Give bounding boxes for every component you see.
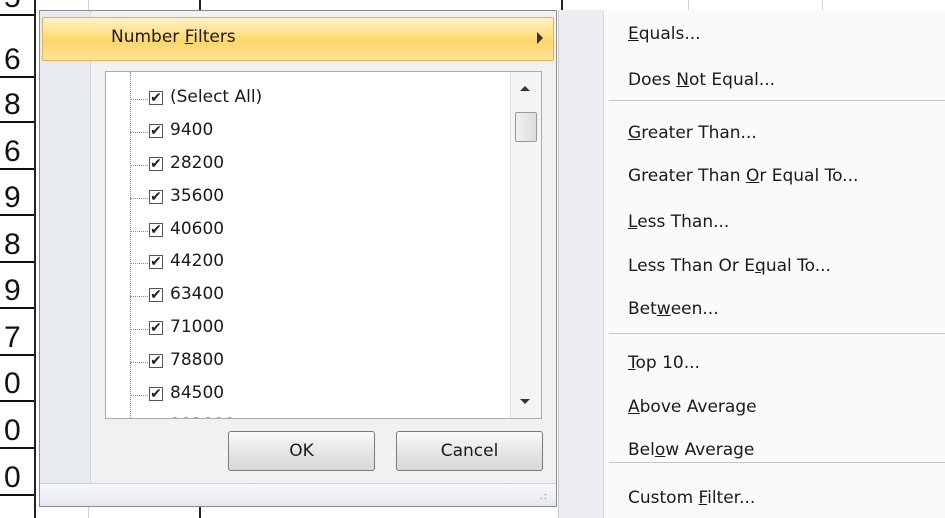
filter-value-item[interactable]: ✔ 63400 <box>130 281 510 313</box>
cancel-button[interactable]: Cancel <box>396 431 543 471</box>
checkbox-icon[interactable]: ✔ <box>149 255 163 269</box>
filter-value-item[interactable]: ✔ (Select All) <box>130 84 510 116</box>
tree-connector <box>130 329 148 330</box>
row-digit: 5 <box>0 0 34 16</box>
checkbox-icon[interactable]: ✔ <box>149 387 163 401</box>
row-digit: 0 <box>0 413 34 449</box>
checkbox-icon[interactable]: ✔ <box>149 223 163 237</box>
scroll-down-arrow-icon[interactable] <box>520 399 530 404</box>
autofilter-dropdown: Number Filters ✔ (Select All) ✔ 9400 ✔ 28200 ✔… <box>39 10 557 507</box>
checkbox-icon[interactable]: ✔ <box>149 288 163 302</box>
submenu-item-less-than-or-equal-to[interactable]: Less Than Or Equal To... <box>628 256 831 276</box>
number-filters-submenu: Equals... Does Not Equal... Greater Than..… <box>558 10 945 518</box>
row-digit: 8 <box>0 227 34 263</box>
tree-connector <box>130 198 148 199</box>
checkbox-icon[interactable]: ✔ <box>149 190 163 204</box>
row-digit: 8 <box>0 87 34 123</box>
filter-value-label: 9400 <box>170 120 214 140</box>
tree-connector <box>130 99 148 100</box>
row-digit: 9 <box>0 180 34 216</box>
checkbox-icon[interactable]: ✔ <box>149 354 163 368</box>
filter-value-item[interactable]: ✔ 35600 <box>130 183 510 215</box>
filter-value-label: (Select All) <box>170 87 263 107</box>
filter-value-label: 40600 <box>170 219 225 239</box>
filter-value-label: 35600 <box>170 186 225 206</box>
submenu-arrow-icon <box>537 32 543 44</box>
filter-value-item[interactable]: ✔ 84500 <box>130 380 510 412</box>
submenu-item-greater-than[interactable]: Greater Than... <box>628 123 757 143</box>
filter-value-label: 84500 <box>170 383 225 403</box>
filter-value-item[interactable]: ✔ 78800 <box>130 347 510 379</box>
filter-value-label: 78800 <box>170 350 225 370</box>
tree-connector <box>130 263 148 264</box>
filter-value-item[interactable]: ✔ 28200 <box>130 150 510 182</box>
scroll-thumb[interactable] <box>515 112 537 142</box>
row-digit: 6 <box>0 42 34 78</box>
tree-connector <box>130 395 148 396</box>
menu-gutter <box>40 11 91 487</box>
filter-value-label: 44200 <box>170 251 225 271</box>
row-digit: 0 <box>0 460 34 496</box>
filter-value-item[interactable]: ✔113000 <box>130 412 510 418</box>
submenu-item-above-average[interactable]: Above Average <box>628 397 757 417</box>
checkbox-icon[interactable]: ✔ <box>149 321 163 335</box>
submenu-item-less-than[interactable]: Less Than... <box>628 212 729 232</box>
filter-value-item[interactable]: ✔ 44200 <box>130 248 510 280</box>
tree-connector <box>130 231 148 232</box>
list-scrollbar[interactable] <box>510 72 541 418</box>
submenu-item-greater-than-or-equal-to[interactable]: Greater Than Or Equal To... <box>628 166 858 186</box>
ok-button[interactable]: OK <box>228 431 375 471</box>
menu-separator <box>609 100 945 101</box>
submenu-item-between[interactable]: Between... <box>628 299 719 319</box>
submenu-gutter <box>559 10 604 518</box>
tree-connector <box>130 165 148 166</box>
filter-value-item[interactable]: ✔ 40600 <box>130 216 510 248</box>
tree-connector <box>130 362 148 363</box>
filter-value-label: 113000 <box>170 415 235 418</box>
row-digit: 9 <box>0 273 34 309</box>
filter-value-item[interactable]: ✔ 71000 <box>130 314 510 346</box>
column-divider <box>34 0 36 518</box>
filter-value-label: 71000 <box>170 317 225 337</box>
filter-value-item[interactable]: ✔ 9400 <box>130 117 510 149</box>
number-filters-label: Number Filters <box>111 27 236 47</box>
row-digit: 6 <box>0 134 34 170</box>
menu-separator <box>609 333 945 334</box>
tree-connector <box>130 132 148 133</box>
tree-connector <box>130 296 148 297</box>
row-digit: 0 <box>0 366 34 402</box>
filter-values-list[interactable]: ✔ (Select All) ✔ 9400 ✔ 28200 ✔ 35600 ✔ 40600 ✔ 442… <box>105 71 542 419</box>
checkbox-icon[interactable]: ✔ <box>149 157 163 171</box>
checkbox-icon[interactable]: ✔ <box>149 124 163 138</box>
submenu-item-top-10[interactable]: Top 10... <box>628 353 700 373</box>
filter-value-label: 28200 <box>170 153 225 173</box>
submenu-item-does-not-equal[interactable]: Does Not Equal... <box>628 70 775 90</box>
number-filters-menu-item[interactable]: Number Filters <box>42 17 554 61</box>
checkbox-icon[interactable]: ✔ <box>149 91 163 105</box>
submenu-item-equals[interactable]: Equals... <box>628 24 701 44</box>
resize-bar: .: <box>40 483 556 506</box>
resize-grip-icon[interactable]: .: <box>539 491 548 502</box>
scroll-up-arrow-icon[interactable] <box>520 86 530 91</box>
submenu-item-below-average[interactable]: Below Average <box>628 440 754 460</box>
menu-separator <box>609 462 945 463</box>
row-digit: 7 <box>0 320 34 356</box>
filter-value-label: 63400 <box>170 284 225 304</box>
submenu-item-custom-filter[interactable]: Custom Filter... <box>628 488 755 508</box>
